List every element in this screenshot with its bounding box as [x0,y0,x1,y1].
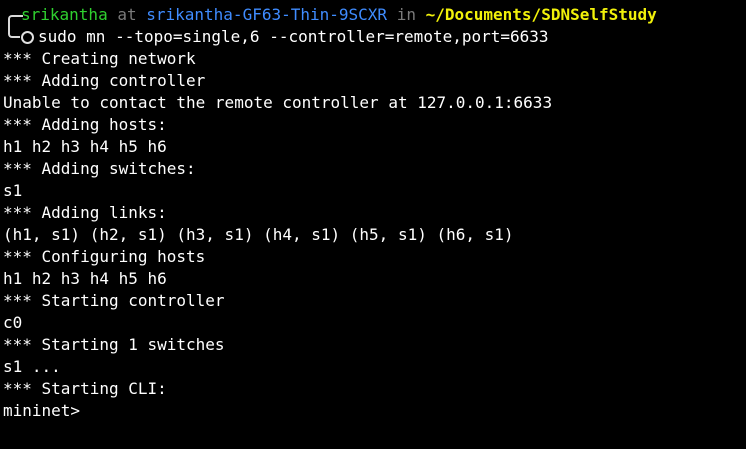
prompt-user: srikantha [21,5,108,24]
output-line: h1 h2 h3 h4 h5 h6 [3,269,167,288]
output-line: h1 h2 h3 h4 h5 h6 [3,137,167,156]
prompt-host: srikantha-GF63-Thin-9SCXR [146,5,388,24]
output-line: *** Starting CLI: [3,379,167,398]
command-line: sudo mn --topo=single,6 --controller=rem… [0,26,746,48]
prompt-path: ~/Documents/SDNSelfStudy [425,5,657,24]
output-line: c0 [3,313,23,332]
prompt-corner-bottom-icon [3,26,21,48]
terminal-window[interactable]: srikantha at srikantha-GF63-Thin-9SCXR i… [0,0,746,449]
output-line: *** Adding controller [3,71,206,90]
output-line: (h1, s1) (h2, s1) (h3, s1) (h4, s1) (h5,… [3,225,514,244]
output-line: *** Adding switches: [3,159,196,178]
output-line: *** Creating network [3,49,196,68]
prompt-at: at [107,5,147,24]
output-line: *** Adding hosts: [3,115,167,134]
output-line: *** Starting 1 switches [3,335,225,354]
prompt-header-line: srikantha at srikantha-GF63-Thin-9SCXR i… [0,4,746,28]
output-line: s1 ... [3,357,61,376]
circle-icon [21,31,34,44]
command-text: sudo mn --topo=single,6 --controller=rem… [38,27,549,46]
mininet-prompt[interactable]: mininet> [0,400,746,422]
prompt-in: in [387,5,426,24]
prompt-corner-top-icon [3,4,23,28]
output-line: *** Configuring hosts [3,247,206,266]
output-line: Unable to contact the remote controller … [3,93,553,112]
output-line: *** Starting controller [3,291,225,310]
output-line: s1 [3,181,23,200]
output-line: *** Adding links: [3,203,167,222]
